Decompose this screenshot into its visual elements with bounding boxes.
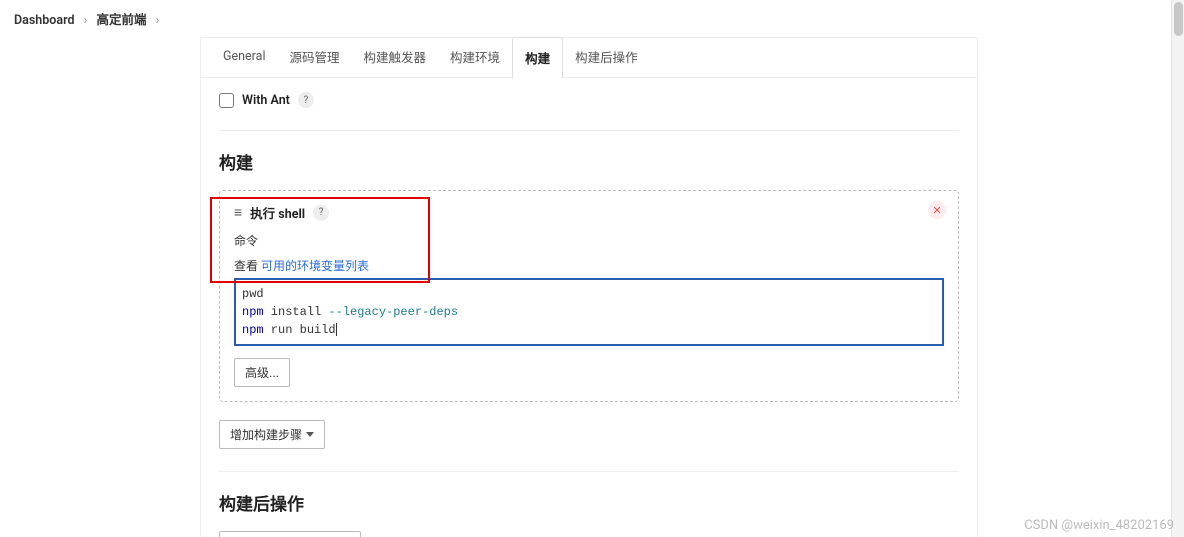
advanced-button[interactable]: 高级...: [234, 358, 290, 387]
chevron-right-icon: ›: [84, 13, 88, 28]
breadcrumb: Dashboard › 高定前端 ›: [0, 0, 1184, 37]
step-title: 执行 shell: [250, 203, 305, 222]
add-post-build-step-button[interactable]: 增加构建后操作步骤: [219, 531, 361, 537]
tab-scm[interactable]: 源码管理: [278, 37, 352, 78]
crumb-dashboard[interactable]: Dashboard: [14, 13, 75, 28]
tab-triggers[interactable]: 构建触发器: [352, 37, 439, 78]
divider: [219, 130, 959, 131]
env-vars-link[interactable]: 可用的环境变量列表: [261, 259, 369, 273]
with-ant-label: With Ant: [242, 93, 290, 108]
chevron-down-icon: [306, 432, 314, 437]
tab-post[interactable]: 构建后操作: [563, 37, 650, 78]
close-icon[interactable]: ✕: [928, 201, 946, 219]
build-step-shell: ✕ ≡ 执行 shell ? 命令 查看 可用的环境变量列表 pwd npm i…: [219, 190, 959, 402]
env-prefix: 查看: [234, 259, 261, 273]
chevron-right-icon: ›: [156, 13, 160, 28]
shell-command-input[interactable]: pwd npm install --legacy-peer-deps npm r…: [234, 278, 944, 346]
watermark: CSDN @weixin_48202169: [1024, 518, 1174, 533]
command-label: 命令: [234, 232, 944, 249]
config-card: General 源码管理 构建触发器 构建环境 构建 构建后操作 With An…: [200, 37, 978, 537]
scrollbar[interactable]: [1171, 0, 1184, 537]
help-icon[interactable]: ?: [313, 205, 329, 221]
divider: [219, 471, 959, 472]
tab-general[interactable]: General: [211, 39, 278, 76]
add-build-step-button[interactable]: 增加构建步骤: [219, 420, 325, 449]
add-build-step-label: 增加构建步骤: [230, 426, 302, 443]
scroll-thumb[interactable]: [1174, 2, 1183, 36]
tab-env[interactable]: 构建环境: [438, 37, 512, 78]
tabs: General 源码管理 构建触发器 构建环境 构建 构建后操作: [201, 38, 977, 78]
advanced-label: 高级...: [245, 364, 279, 381]
crumb-project[interactable]: 高定前端: [96, 13, 146, 28]
env-hint: 查看 可用的环境变量列表: [234, 257, 944, 274]
tab-build[interactable]: 构建: [512, 37, 563, 79]
post-build-heading: 构建后操作: [219, 490, 959, 515]
drag-handle-icon[interactable]: ≡: [234, 204, 242, 221]
help-icon[interactable]: ?: [298, 92, 314, 108]
with-ant-checkbox[interactable]: [219, 93, 234, 108]
with-ant-row: With Ant ?: [219, 92, 959, 108]
build-heading: 构建: [219, 149, 959, 174]
